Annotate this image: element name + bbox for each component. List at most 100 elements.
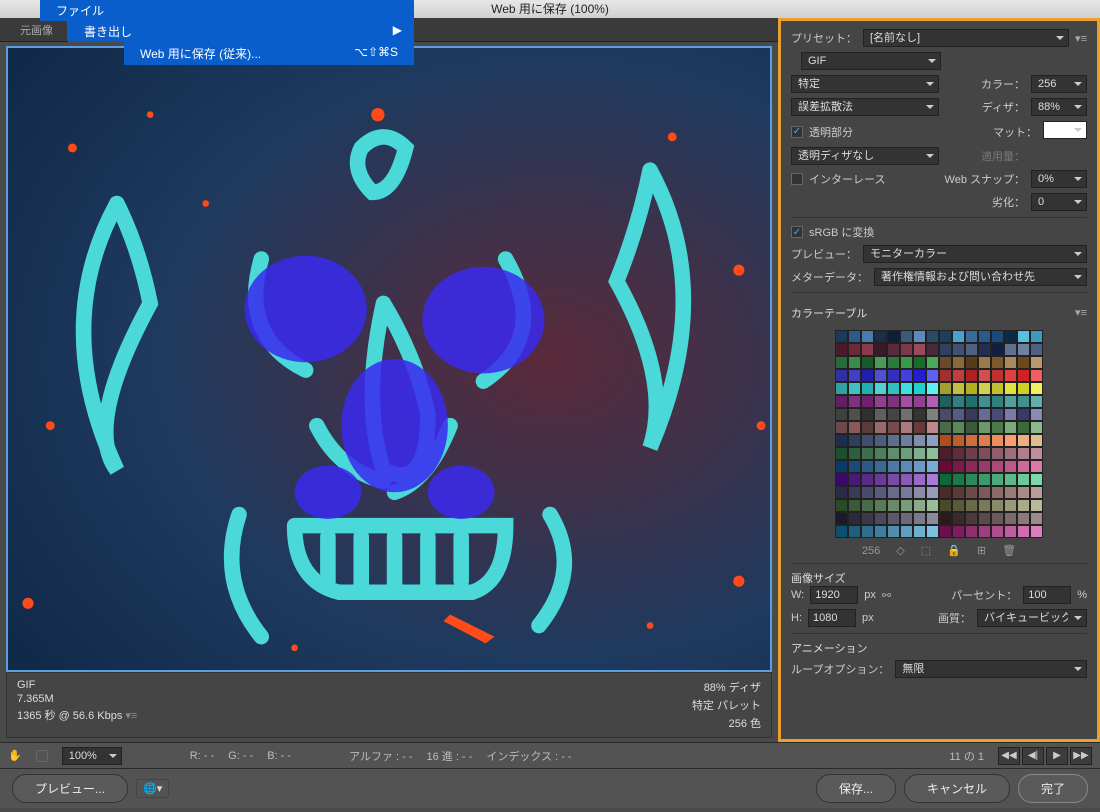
color-swatch[interactable]	[900, 408, 913, 421]
reduction-select[interactable]: 特定	[791, 75, 939, 93]
color-swatch[interactable]	[991, 369, 1004, 382]
height-input[interactable]	[808, 609, 856, 627]
ct-trash-icon[interactable]: 🗑	[1002, 544, 1016, 557]
color-swatch[interactable]	[952, 330, 965, 343]
preset-select[interactable]: [名前なし]	[863, 29, 1069, 47]
color-swatch[interactable]	[861, 473, 874, 486]
color-swatch[interactable]	[978, 525, 991, 538]
color-swatch[interactable]	[874, 434, 887, 447]
color-swatch[interactable]	[861, 330, 874, 343]
color-swatch[interactable]	[926, 382, 939, 395]
color-swatch[interactable]	[848, 486, 861, 499]
color-swatch[interactable]	[952, 382, 965, 395]
color-swatch[interactable]	[939, 486, 952, 499]
color-swatch[interactable]	[874, 343, 887, 356]
color-swatch[interactable]	[848, 408, 861, 421]
color-swatch[interactable]	[913, 356, 926, 369]
color-swatch[interactable]	[939, 395, 952, 408]
color-swatch[interactable]	[900, 486, 913, 499]
color-swatch[interactable]	[965, 382, 978, 395]
color-swatch[interactable]	[952, 408, 965, 421]
color-swatch[interactable]	[939, 382, 952, 395]
color-swatch[interactable]	[978, 447, 991, 460]
color-swatch[interactable]	[913, 421, 926, 434]
color-swatch[interactable]	[991, 486, 1004, 499]
color-swatch[interactable]	[913, 408, 926, 421]
color-swatch[interactable]	[965, 395, 978, 408]
color-swatch[interactable]	[1004, 460, 1017, 473]
color-swatch[interactable]	[848, 421, 861, 434]
color-swatch[interactable]	[939, 447, 952, 460]
color-swatch[interactable]	[991, 525, 1004, 538]
color-swatch[interactable]	[874, 356, 887, 369]
color-swatch[interactable]	[926, 434, 939, 447]
color-swatch[interactable]	[939, 356, 952, 369]
color-swatch[interactable]	[1017, 434, 1030, 447]
color-swatch[interactable]	[835, 499, 848, 512]
color-swatch[interactable]	[900, 382, 913, 395]
color-swatch[interactable]	[1017, 408, 1030, 421]
color-swatch[interactable]	[913, 473, 926, 486]
color-swatch[interactable]	[1017, 382, 1030, 395]
color-swatch[interactable]	[991, 395, 1004, 408]
color-swatch[interactable]	[887, 460, 900, 473]
color-swatch[interactable]	[887, 434, 900, 447]
color-swatch[interactable]	[939, 421, 952, 434]
frame-last-button[interactable]: ▶▶	[1070, 747, 1092, 765]
color-swatch[interactable]	[913, 499, 926, 512]
color-swatch[interactable]	[900, 434, 913, 447]
color-swatch[interactable]	[913, 343, 926, 356]
color-swatch[interactable]	[887, 369, 900, 382]
color-swatch[interactable]	[1017, 499, 1030, 512]
color-swatch[interactable]	[848, 525, 861, 538]
color-swatch[interactable]	[848, 382, 861, 395]
color-swatch[interactable]	[835, 434, 848, 447]
color-swatch[interactable]	[874, 369, 887, 382]
colors-select[interactable]: 256	[1031, 75, 1087, 93]
color-swatch[interactable]	[900, 330, 913, 343]
zoom-select[interactable]: 100%	[62, 747, 122, 765]
color-swatch[interactable]	[835, 382, 848, 395]
color-swatch[interactable]	[913, 382, 926, 395]
color-swatch[interactable]	[965, 512, 978, 525]
color-swatch[interactable]	[939, 434, 952, 447]
color-swatch[interactable]	[887, 512, 900, 525]
color-swatch[interactable]	[848, 499, 861, 512]
color-swatch[interactable]	[978, 408, 991, 421]
color-swatch[interactable]	[926, 356, 939, 369]
color-swatch[interactable]	[991, 408, 1004, 421]
color-swatch[interactable]	[939, 330, 952, 343]
color-swatch[interactable]	[900, 369, 913, 382]
color-swatch[interactable]	[913, 434, 926, 447]
preview-select[interactable]: モニターカラー	[863, 245, 1087, 263]
color-swatch[interactable]	[835, 460, 848, 473]
color-swatch[interactable]	[1004, 343, 1017, 356]
color-swatch[interactable]	[861, 460, 874, 473]
color-swatch[interactable]	[874, 512, 887, 525]
color-swatch[interactable]	[978, 460, 991, 473]
color-swatch[interactable]	[991, 343, 1004, 356]
color-swatch[interactable]	[874, 473, 887, 486]
frame-next-button[interactable]: ▶	[1046, 747, 1068, 765]
menu-save-for-web[interactable]: Web 用に保存 (従来)... ⌥⇧⌘S	[124, 42, 414, 65]
color-swatch[interactable]	[1030, 408, 1043, 421]
color-swatch[interactable]	[835, 421, 848, 434]
color-swatch[interactable]	[861, 408, 874, 421]
color-swatch[interactable]	[900, 473, 913, 486]
color-swatch[interactable]	[926, 330, 939, 343]
color-swatch[interactable]	[1004, 421, 1017, 434]
color-swatch[interactable]	[952, 356, 965, 369]
color-swatch[interactable]	[861, 343, 874, 356]
color-swatch[interactable]	[861, 421, 874, 434]
color-table[interactable]	[835, 330, 1043, 538]
color-swatch[interactable]	[991, 460, 1004, 473]
color-swatch[interactable]	[887, 408, 900, 421]
dither-method-select[interactable]: 誤差拡散法	[791, 98, 939, 116]
color-swatch[interactable]	[965, 434, 978, 447]
color-swatch[interactable]	[887, 382, 900, 395]
color-swatch[interactable]	[952, 369, 965, 382]
ct-cube-icon[interactable]: ⬚	[921, 544, 931, 557]
color-swatch[interactable]	[1017, 343, 1030, 356]
color-swatch[interactable]	[1030, 525, 1043, 538]
color-swatch[interactable]	[978, 434, 991, 447]
